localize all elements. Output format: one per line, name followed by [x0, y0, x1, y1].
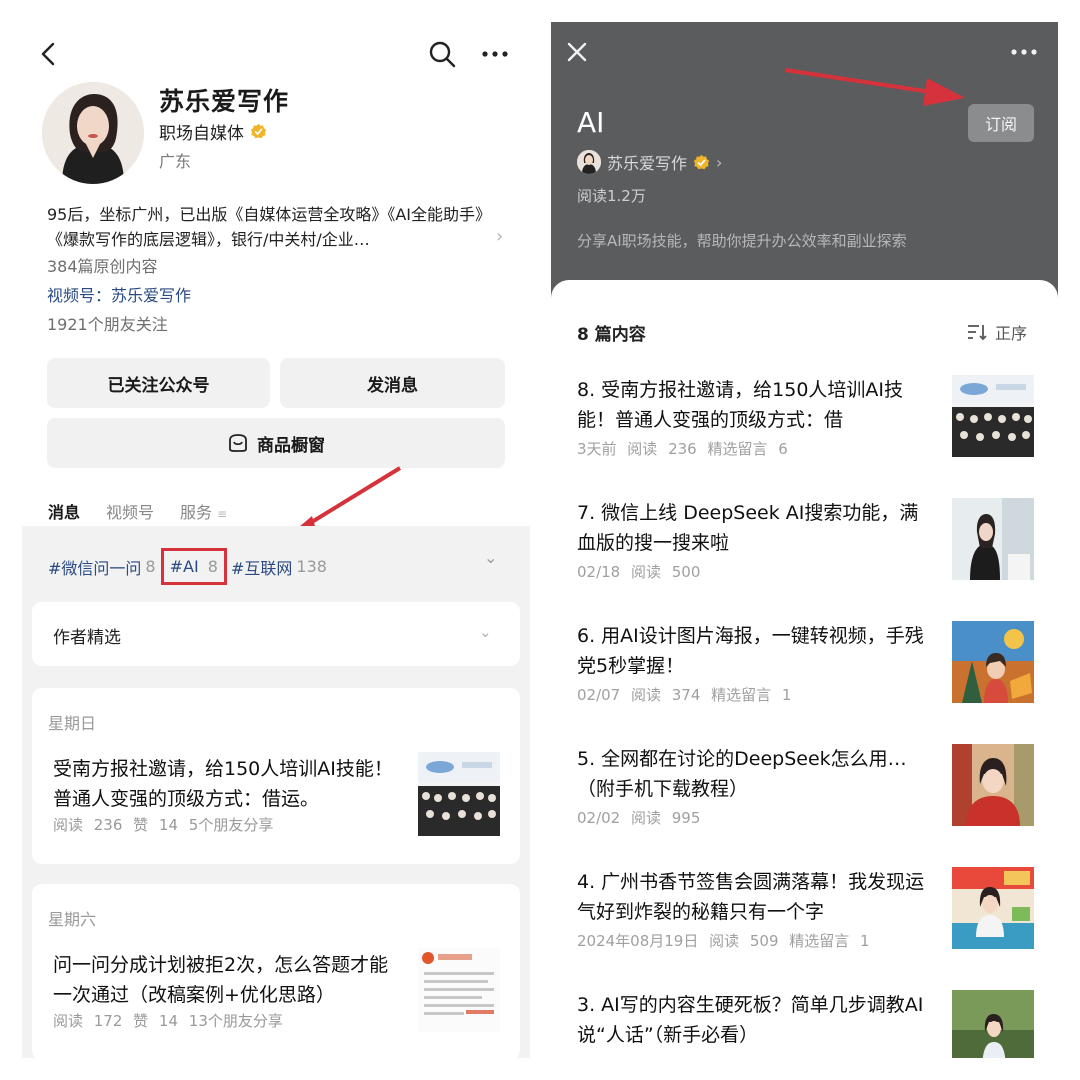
list-item[interactable]: 6. 用AI设计图片海报，一键转视频，手残党5秒掌握！ 02/07 阅读 374…	[577, 621, 1034, 721]
article-meta: 02/18 阅读 500	[577, 563, 701, 581]
sort-toggle[interactable]: 正序	[967, 320, 1027, 344]
article-meta: 3天前 阅读 236 精选留言 6	[577, 440, 788, 458]
collection-panel: AI 订阅 苏乐爱写作 › 阅读1.2万 分享AI职场技能，帮助你提升办公效率和…	[551, 22, 1058, 1058]
annotation-arrow	[784, 68, 965, 106]
followed-button[interactable]: 已关注公众号	[47, 358, 270, 408]
collection-author[interactable]: 苏乐爱写作 ›	[577, 150, 722, 174]
post-thumbnail[interactable]	[418, 752, 500, 836]
tab-messages[interactable]: 消息	[48, 499, 81, 533]
top-bar	[22, 22, 530, 84]
sort-icon	[968, 325, 987, 341]
chevron-right-icon: ›	[716, 152, 723, 172]
profile-category: 职场自媒体	[159, 119, 267, 144]
more-icon[interactable]	[1009, 40, 1039, 64]
chevron-down-icon: ⌄	[479, 623, 492, 641]
tab-services[interactable]: 服务 ≡	[180, 499, 227, 527]
article-title[interactable]: 4. 广州书香节签售会圆满落幕！我发现运气好到炸裂的秘籍只有一个字	[577, 867, 933, 927]
list-item[interactable]: 7. 微信上线 DeepSeek AI搜索功能，满血版的搜一搜来啦 02/18 …	[577, 498, 1034, 598]
list-item[interactable]: 3. AI写的内容生硬死板？简单几步调教AI说“人话”（新手必看）	[577, 990, 1034, 1058]
more-icon[interactable]	[480, 42, 510, 66]
shop-icon	[229, 434, 247, 452]
tab-bar: 消息 视频号 服务 ≡	[48, 499, 227, 533]
article-thumbnail[interactable]	[952, 498, 1034, 580]
profile-bio[interactable]: 95后，坐标广州，已出版《自媒体运营全攻略》《AI全能助手》《爆款写作的底层逻辑…	[47, 202, 497, 252]
message-feed: #微信问一问 8 #AI 8 #互联网 138 ⌄ 作者精选 ⌄ 星期日 受南方…	[22, 526, 530, 1058]
avatar	[577, 150, 601, 174]
verified-badge-icon	[693, 154, 710, 169]
post-card[interactable]: 星期六 问一问分成计划被拒2次，怎么答题才能一次通过（改稿案例+优化思路） 阅读…	[32, 884, 520, 1058]
post-thumbnail[interactable]	[418, 948, 500, 1032]
tag-ai-highlight[interactable]: #AI 8	[160, 548, 227, 585]
collection-reads: 阅读1.2万	[577, 187, 646, 205]
tag-count: 8	[145, 557, 156, 576]
author-name: 苏乐爱写作	[607, 154, 688, 173]
article-thumbnail[interactable]	[952, 990, 1034, 1058]
article-title[interactable]: 5. 全网都在讨论的DeepSeek怎么用…（附手机下载教程）	[577, 744, 933, 804]
tag-internet[interactable]: #互联网	[231, 555, 292, 579]
tab-video[interactable]: 视频号	[106, 499, 154, 527]
verified-badge-icon	[250, 123, 267, 139]
category-label: 职场自媒体	[159, 124, 244, 144]
tag-row: #微信问一问 8 #AI 8 #互联网 138	[48, 548, 339, 585]
post-day: 星期日	[48, 714, 97, 733]
search-icon[interactable]	[428, 40, 456, 68]
article-title[interactable]: 6. 用AI设计图片海报，一键转视频，手残党5秒掌握！	[577, 621, 933, 681]
author-picks-card[interactable]: 作者精选 ⌄	[32, 602, 520, 666]
article-thumbnail[interactable]	[952, 867, 1034, 949]
friends-following: 1921个朋友关注	[47, 315, 168, 334]
subscribe-button[interactable]: 订阅	[968, 104, 1034, 142]
shop-label: 商品橱窗	[257, 435, 325, 456]
list-item[interactable]: 8. 受南方报社邀请，给150人培训AI技能！普通人变强的顶级方式：借 3天前 …	[577, 375, 1034, 475]
back-arrow-icon[interactable]	[36, 40, 60, 68]
video-account-link[interactable]: 视频号：苏乐爱写作	[47, 282, 191, 306]
article-thumbnail[interactable]	[952, 621, 1034, 703]
article-thumbnail[interactable]	[952, 744, 1034, 826]
tag-ai: #AI	[169, 557, 199, 576]
profile-name: 苏乐爱写作	[159, 87, 290, 116]
article-meta: 2024年08月19日 阅读 509 精选留言 1	[577, 932, 870, 950]
chevron-down-icon[interactable]: ⌄	[484, 548, 497, 567]
tag-count: 138	[296, 557, 327, 576]
tag-count: 8	[207, 557, 218, 576]
article-meta: 02/07 阅读 374 精选留言 1	[577, 686, 792, 704]
article-title[interactable]: 3. AI写的内容生硬死板？简单几步调教AI说“人话”（新手必看）	[577, 990, 933, 1050]
post-title[interactable]: 受南方报社邀请，给150人培训AI技能！普通人变强的顶级方式：借运。	[53, 754, 405, 814]
menu-icon: ≡	[217, 507, 228, 521]
article-meta: 02/02 阅读 995	[577, 809, 701, 827]
collection-title: AI	[577, 106, 605, 139]
post-card[interactable]: 星期日 受南方报社邀请，给150人培训AI技能！普通人变强的顶级方式：借运。 阅…	[32, 688, 520, 864]
post-day: 星期六	[48, 910, 97, 929]
profile-panel: 苏乐爱写作 职场自媒体 广东 95后，坐标广州，已出版《自媒体运营全攻略》《AI…	[22, 22, 530, 1058]
list-item[interactable]: 4. 广州书香节签售会圆满落幕！我发现运气好到炸裂的秘籍只有一个字 2024年0…	[577, 867, 1034, 967]
avatar[interactable]	[42, 82, 144, 184]
post-meta: 阅读 236 赞 14 5个朋友分享	[53, 816, 274, 834]
post-title[interactable]: 问一问分成计划被拒2次，怎么答题才能一次通过（改稿案例+优化思路）	[53, 950, 405, 1010]
tab-services-label: 服务	[180, 503, 213, 522]
message-button[interactable]: 发消息	[280, 358, 505, 408]
article-count: 8 篇内容	[577, 325, 646, 345]
shop-button[interactable]: 商品橱窗	[47, 418, 505, 468]
profile-region: 广东	[159, 152, 192, 171]
article-thumbnail[interactable]	[952, 375, 1034, 457]
tag-wechat-ask[interactable]: #微信问一问	[48, 555, 141, 579]
author-picks-label: 作者精选	[53, 628, 121, 648]
post-meta: 阅读 172 赞 14 13个朋友分享	[53, 1012, 283, 1030]
close-icon[interactable]	[565, 40, 589, 64]
list-item[interactable]: 5. 全网都在讨论的DeepSeek怎么用…（附手机下载教程） 02/02 阅读…	[577, 744, 1034, 844]
original-count: 384篇原创内容	[47, 257, 158, 276]
article-list: 8 篇内容 正序 8. 受南方报社邀请，给150人培训AI技能！普通人变强的顶级…	[551, 280, 1058, 1058]
collection-description: 分享AI职场技能，帮助你提升办公效率和副业探索	[577, 232, 907, 250]
collection-header: AI 订阅 苏乐爱写作 › 阅读1.2万 分享AI职场技能，帮助你提升办公效率和…	[551, 22, 1058, 322]
chevron-right-icon[interactable]: ›	[496, 226, 503, 247]
sort-label: 正序	[995, 324, 1028, 343]
article-title[interactable]: 7. 微信上线 DeepSeek AI搜索功能，满血版的搜一搜来啦	[577, 498, 933, 558]
article-title[interactable]: 8. 受南方报社邀请，给150人培训AI技能！普通人变强的顶级方式：借	[577, 375, 933, 435]
